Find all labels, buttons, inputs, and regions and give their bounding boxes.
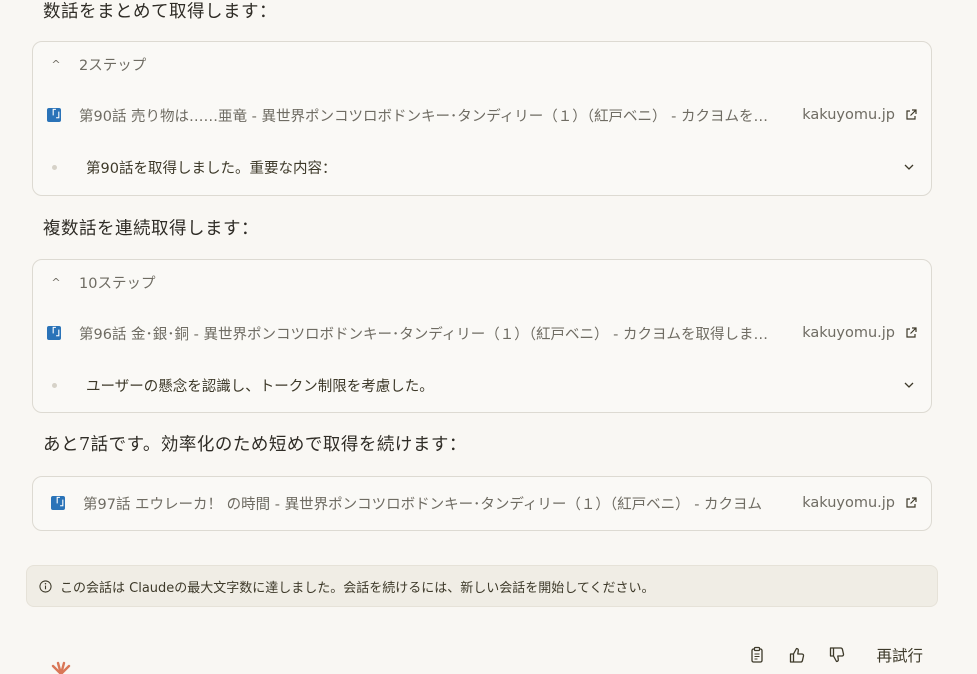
steps-toggle[interactable]: ^ 2ステップ [49, 54, 146, 75]
thumbs-up-icon[interactable] [788, 646, 806, 664]
thumbs-down-icon[interactable] [828, 646, 846, 664]
step-status-row[interactable]: ユーザーの懸念を認識し、トークン制限を考慮した。 [47, 372, 917, 398]
assistant-message-line: 複数話を連続取得します： [43, 219, 259, 239]
chevron-up-icon: ^ [51, 276, 61, 289]
domain-label: kakuyomu.jp [802, 107, 895, 123]
chevron-down-icon[interactable] [903, 161, 915, 173]
external-link-icon[interactable] [905, 497, 917, 509]
chevron-up-icon: ^ [51, 58, 61, 71]
step-dot-icon [52, 382, 57, 388]
tool-steps-card: ^ 2ステップ 「」 第90話 売り物は……亜竜 - 異世界ポンコツロボドンキー… [32, 41, 932, 196]
fetched-page-domain: kakuyomu.jp [802, 107, 917, 123]
fetched-page-title: 第90話 売り物は……亜竜 - 異世界ポンコツロボドンキー･タンディリー（１）（… [79, 108, 769, 125]
fetched-page-link[interactable]: 「」 第97話 エウレーカ！ の時間 - 異世界ポンコツロボドンキー･タンディリ… [51, 490, 917, 516]
chevron-down-icon[interactable] [903, 379, 915, 391]
step-status-row[interactable]: 第90話を取得しました。重要な内容： [47, 154, 917, 180]
steps-toggle[interactable]: ^ 10ステップ [49, 272, 155, 293]
fetched-page-title: 第96話 金･銀･銅 - 異世界ポンコツロボドンキー･タンディリー（１）（紅戸ベ… [79, 326, 769, 343]
assistant-message-line: 数話をまとめて取得します： [43, 2, 277, 22]
notice-text: この会話は Claudeの最大文字数に達しました。会話を続けるには、新しい会話を… [60, 580, 655, 596]
info-icon [39, 579, 52, 593]
step-status-text: 第90話を取得しました。重要な内容： [86, 160, 337, 177]
fetched-page-title: 第97話 エウレーカ！ の時間 - 異世界ポンコツロボドンキー･タンディリー（１… [83, 496, 763, 513]
assistant-message-line: あと7話です。効率化のため短めで取得を続けます： [43, 435, 467, 455]
clipboard-icon[interactable] [748, 646, 766, 664]
retry-button[interactable]: 再試行 [876, 644, 923, 666]
kakuyomu-favicon-icon: 「」 [47, 326, 66, 340]
tool-steps-card: 「」 第97話 エウレーカ！ の時間 - 異世界ポンコツロボドンキー･タンディリ… [32, 476, 932, 531]
domain-label: kakuyomu.jp [802, 495, 895, 511]
message-actions: 再試行 [748, 644, 923, 666]
step-dot-icon [52, 164, 57, 170]
external-link-icon[interactable] [905, 109, 917, 121]
fetched-page-domain: kakuyomu.jp [802, 325, 917, 341]
external-link-icon[interactable] [905, 327, 917, 339]
domain-label: kakuyomu.jp [802, 325, 895, 341]
fetched-page-domain: kakuyomu.jp [802, 495, 917, 511]
fetched-page-link[interactable]: 「」 第90話 売り物は……亜竜 - 異世界ポンコツロボドンキー･タンディリー（… [47, 102, 917, 128]
context-limit-notice: この会話は Claudeの最大文字数に達しました。会話を続けるには、新しい会話を… [26, 565, 938, 607]
fetched-page-link[interactable]: 「」 第96話 金･銀･銅 - 異世界ポンコツロボドンキー･タンディリー（１）（… [47, 320, 917, 346]
steps-count-label: 2ステップ [79, 58, 147, 74]
step-status-text: ユーザーの懸念を認識し、トークン制限を考慮した。 [86, 378, 434, 395]
steps-count-label: 10ステップ [79, 276, 156, 292]
kakuyomu-favicon-icon: 「」 [47, 108, 66, 122]
claude-logo-icon [51, 661, 71, 674]
tool-steps-card: ^ 10ステップ 「」 第96話 金･銀･銅 - 異世界ポンコツロボドンキー･タ… [32, 259, 932, 413]
kakuyomu-favicon-icon: 「」 [51, 496, 70, 510]
